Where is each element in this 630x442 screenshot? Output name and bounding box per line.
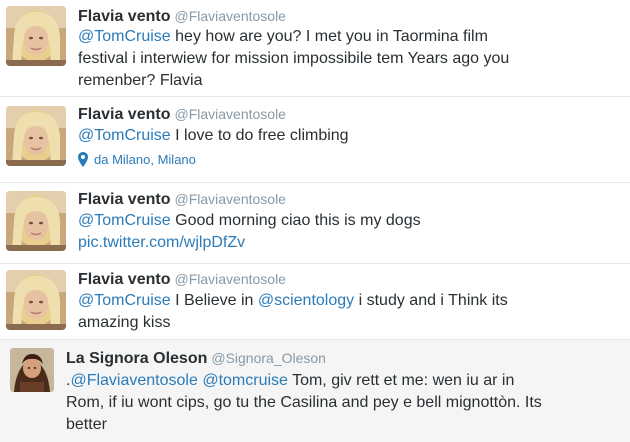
- pic-link[interactable]: pic.twitter.com/wjlpDfZv: [78, 234, 245, 251]
- author-name[interactable]: Flavia vento: [78, 106, 170, 123]
- tweet-text-line: @TomCruise hey how are you? I met you in…: [78, 26, 509, 48]
- mention-link[interactable]: @TomCruise: [78, 292, 171, 309]
- avatar[interactable]: [6, 106, 66, 166]
- tweet-text-line: @TomCruise I Believe in @scientology i s…: [78, 290, 508, 312]
- tweet[interactable]: Flavia vento @Flaviaventosole @TomCruise …: [0, 183, 630, 264]
- mention-link[interactable]: @TomCruise: [78, 28, 171, 45]
- location-text: da Milano, Milano: [94, 152, 196, 167]
- text-span: Good morning ciao this is my dogs: [170, 212, 421, 229]
- text-span: Tom, giv rett et me: wen iu ar in: [287, 372, 515, 389]
- author-handle[interactable]: @Flaviaventosole: [174, 191, 286, 207]
- tweet-text-line: Rom, if iu wont cips, go tu the Casilina…: [66, 394, 542, 411]
- author-handle[interactable]: @Flaviaventosole: [174, 106, 286, 122]
- tweet-text-line: @TomCruise I love to do free climbing: [78, 125, 349, 147]
- mention-link[interactable]: @TomCruise: [78, 212, 171, 229]
- author-name[interactable]: Flavia vento: [78, 271, 170, 288]
- blonde-woman-avatar-icon: [6, 270, 66, 330]
- text-span: hey how are you? I met you in Taormina f…: [170, 28, 488, 45]
- text-span: i study and i Think its: [354, 292, 508, 309]
- tweet-text-line: @TomCruise Good morning ciao this is my …: [78, 210, 421, 232]
- tweet-text: .@Flaviaventosole @tomcruise Tom, giv re…: [66, 370, 542, 436]
- tweet-location[interactable]: da Milano, Milano: [78, 151, 196, 169]
- mention-link[interactable]: @tomcruise: [202, 372, 288, 389]
- avatar[interactable]: [10, 348, 54, 392]
- tweet-header: Flavia vento @Flaviaventosole: [78, 269, 286, 289]
- author-name[interactable]: La Signora Oleson: [66, 350, 207, 367]
- avatar[interactable]: [6, 270, 66, 330]
- tweet-text: @TomCruise hey how are you? I met you in…: [78, 26, 509, 92]
- author-name[interactable]: Flavia vento: [78, 8, 170, 25]
- author-name[interactable]: Flavia vento: [78, 191, 170, 208]
- author-handle[interactable]: @Flaviaventosole: [174, 8, 286, 24]
- tweet-header: Flavia vento @Flaviaventosole: [78, 189, 286, 209]
- location-pin-icon: [78, 152, 88, 167]
- tweet-text: @TomCruise I Believe in @scientology i s…: [78, 290, 508, 334]
- tweet-timeline: Flavia vento @Flaviaventosole @TomCruise …: [0, 0, 630, 442]
- mention-link[interactable]: @TomCruise: [78, 127, 171, 144]
- mention-link[interactable]: @scientology: [258, 292, 354, 309]
- text-span: I love to do free climbing: [170, 127, 349, 144]
- text-span: I Believe in: [170, 292, 258, 309]
- tweet[interactable]: Flavia vento @Flaviaventosole @TomCruise …: [0, 97, 630, 183]
- blonde-woman-avatar-icon: [6, 191, 66, 251]
- tweet-header: La Signora Oleson @Signora_Oleson: [66, 348, 326, 368]
- avatar[interactable]: [6, 6, 66, 66]
- tweet[interactable]: Flavia vento @Flaviaventosole @TomCruise …: [0, 264, 630, 340]
- tweet-text-line: remenber? Flavia: [78, 72, 203, 89]
- tweet-text-line: festival i interwiew for mission impossi…: [78, 50, 510, 67]
- tweet-text: @TomCruise Good morning ciao this is my …: [78, 210, 421, 254]
- author-handle[interactable]: @Flaviaventosole: [174, 271, 286, 287]
- avatar[interactable]: [6, 191, 66, 251]
- blonde-woman-avatar-icon: [6, 6, 66, 66]
- tweet-header: Flavia vento @Flaviaventosole: [78, 104, 286, 124]
- mention-link[interactable]: @Flaviaventosole: [70, 372, 197, 389]
- tweet-text: @TomCruise I love to do free climbing: [78, 125, 349, 147]
- tweet[interactable]: La Signora Oleson @Signora_Oleson .@Flavi…: [0, 340, 630, 442]
- woman-portrait-avatar-icon: [10, 348, 54, 392]
- blonde-woman-avatar-icon: [6, 106, 66, 166]
- author-handle[interactable]: @Signora_Oleson: [211, 350, 326, 366]
- tweet-header: Flavia vento @Flaviaventosole: [78, 6, 286, 26]
- tweet-text-line: .@Flaviaventosole @tomcruise Tom, giv re…: [66, 370, 542, 392]
- tweet-text-line: better: [66, 416, 107, 433]
- tweet-text-line: amazing kiss: [78, 314, 171, 331]
- tweet[interactable]: Flavia vento @Flaviaventosole @TomCruise …: [0, 0, 630, 97]
